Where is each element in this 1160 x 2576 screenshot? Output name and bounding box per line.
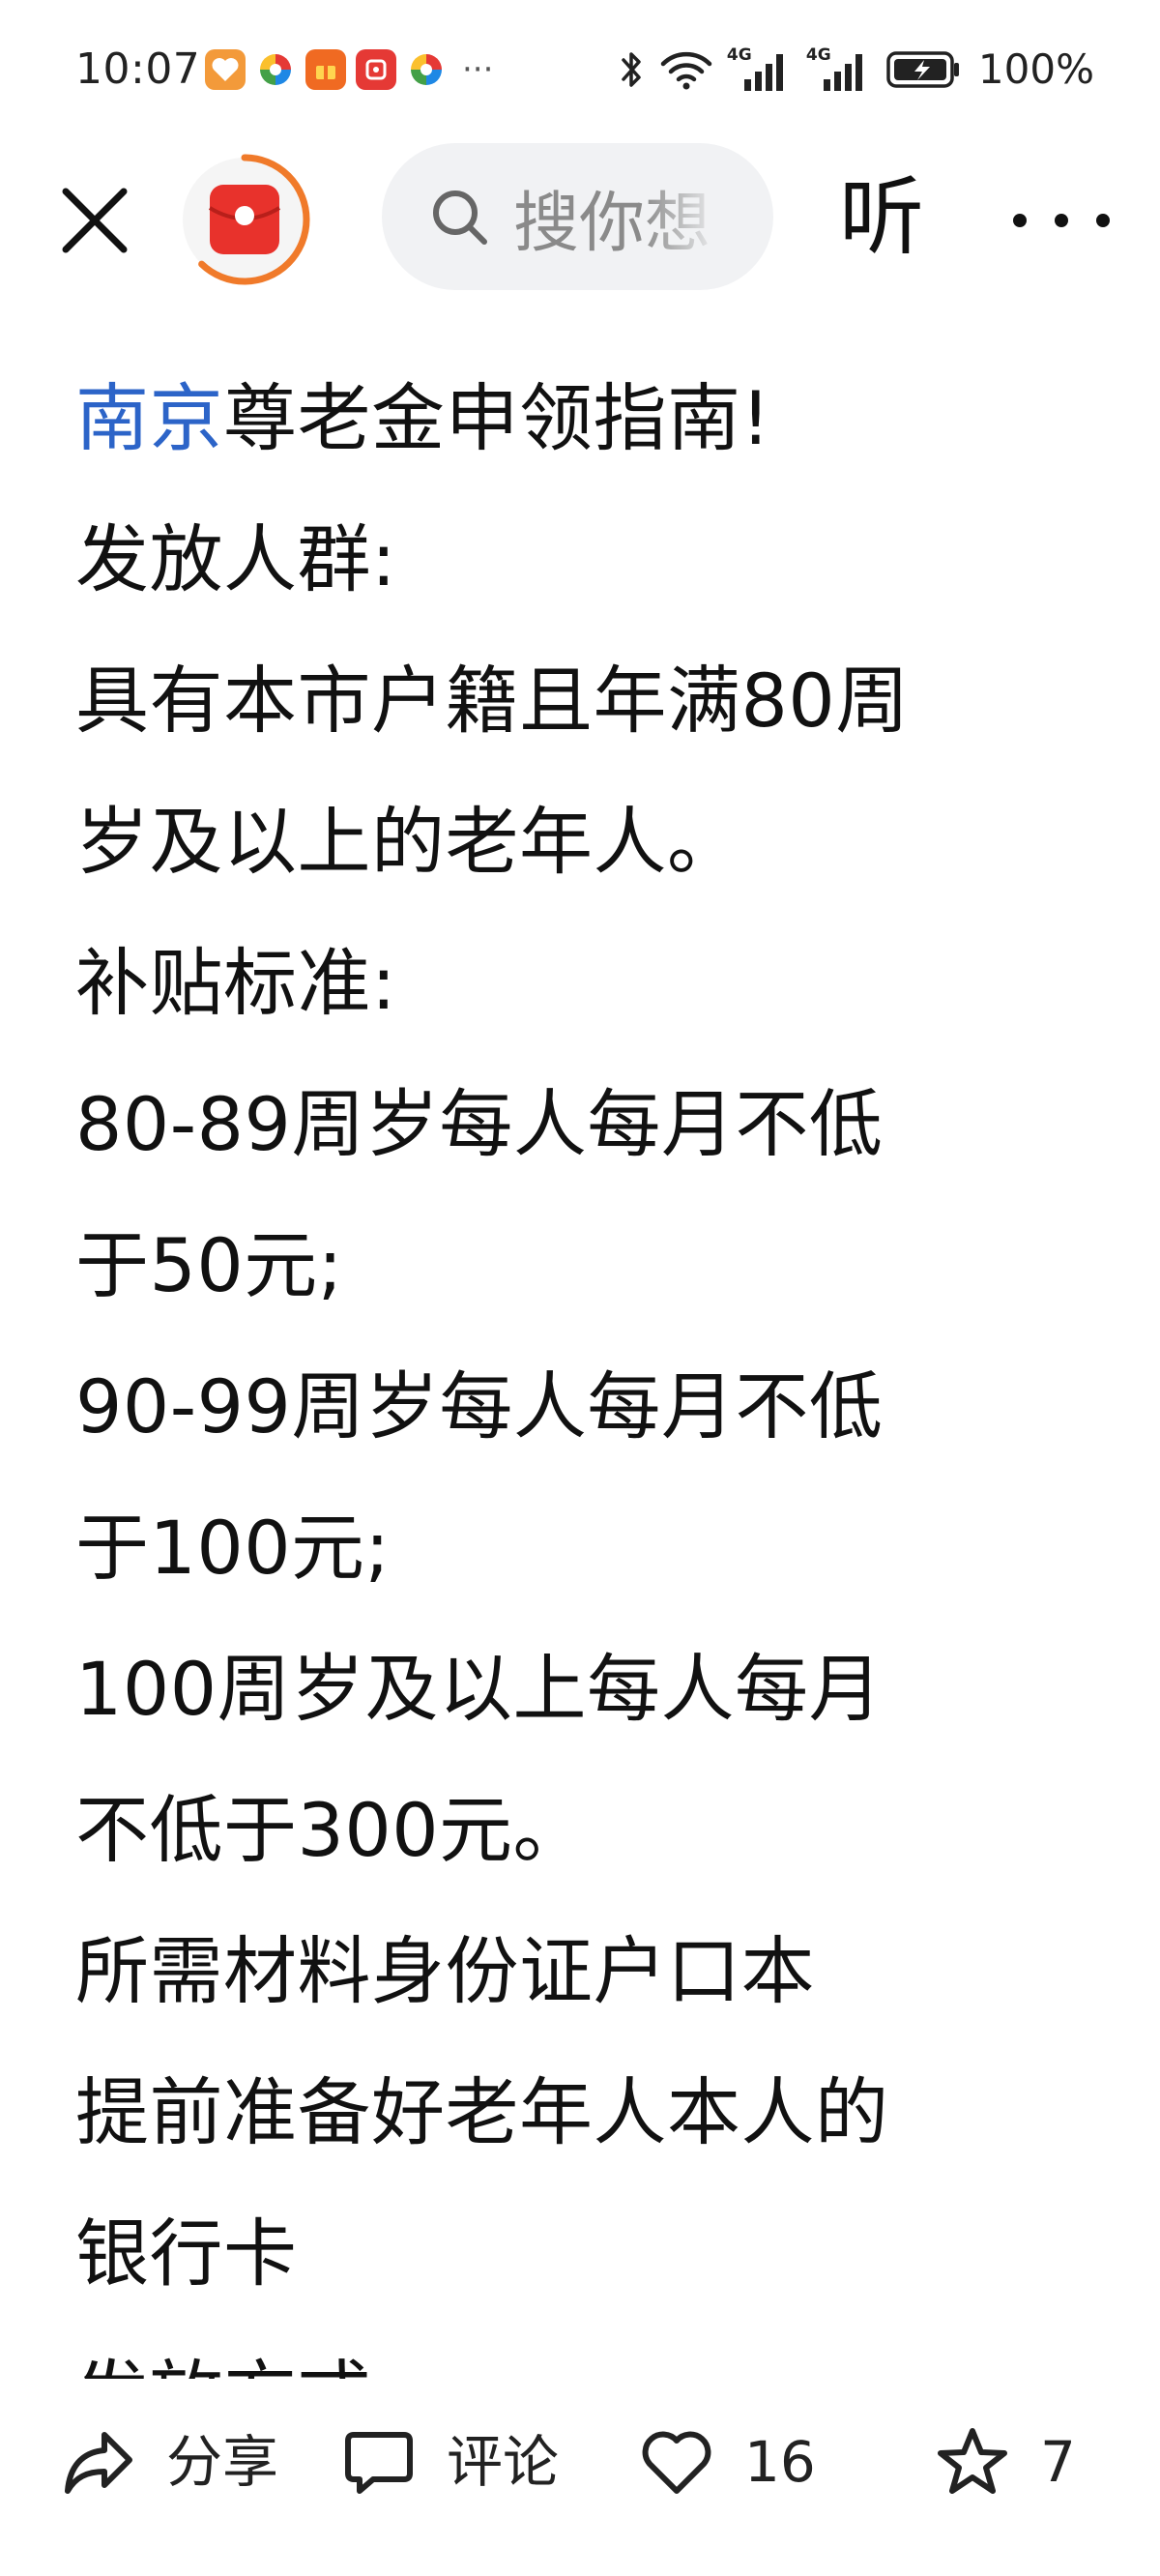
action-bar: 分享 评论 16 7: [0, 2385, 1160, 2576]
more-button[interactable]: [1003, 174, 1119, 267]
close-icon: [62, 188, 128, 253]
like-count: 16: [744, 2429, 816, 2495]
comment-label: 评论: [447, 2429, 560, 2495]
article-line: 具有本市户籍且年满80周: [75, 658, 910, 744]
share-icon: [65, 2432, 132, 2494]
share-button[interactable]: 分享: [60, 2414, 278, 2510]
signal-bars-icon: [743, 54, 783, 91]
cellular-signal-1: 4G: [727, 46, 793, 93]
article-line: 所需材料身份证户口本: [75, 1928, 815, 2014]
heart-app-icon: [205, 49, 246, 90]
pinwheel-app-icon: [406, 49, 447, 90]
red-envelope-icon: [179, 154, 310, 285]
cellular-signal-2: 4G: [806, 46, 872, 93]
pinwheel-app-icon: [255, 49, 296, 90]
favorite-count: 7: [1040, 2429, 1076, 2495]
more-icon: [1013, 214, 1110, 227]
status-bar: 10:07 ··· 4G 4G 100%: [0, 0, 1160, 135]
comment-icon: [345, 2432, 413, 2494]
article-line: 80-89周岁每人每月不低: [75, 1081, 884, 1167]
article-line: 补贴标准:: [75, 940, 397, 1026]
listen-button[interactable]: 听: [839, 164, 924, 271]
article-line: 发放方式:: [75, 2325, 1100, 2379]
article-line: 发放人群:: [75, 516, 397, 602]
status-time: 10:07: [75, 44, 201, 94]
article-title: 南京尊老金申领指南!: [75, 348, 1100, 489]
article-line: 银行卡: [75, 2210, 298, 2297]
article-line: 不低于300元。: [75, 1787, 588, 1873]
top-bar: 搜你想 听: [0, 135, 1160, 300]
gift-app-icon: [305, 49, 346, 90]
battery-charging-icon: [886, 51, 959, 88]
bluetooth-icon: [622, 52, 641, 87]
search-box[interactable]: 搜你想: [382, 143, 773, 290]
favorite-button[interactable]: 7: [934, 2414, 1076, 2510]
article-line: 于50元;: [75, 1222, 343, 1308]
status-right: 4G 4G 100%: [617, 44, 1094, 95]
location-link[interactable]: 南京: [75, 375, 223, 461]
article-line: 岁及以上的老年人。: [75, 799, 741, 885]
like-button[interactable]: 16: [638, 2414, 816, 2510]
article-line: 于100元;: [75, 1505, 391, 1591]
article-line: 100周岁及以上每人每月: [75, 1646, 884, 1732]
wifi-icon: [660, 51, 712, 90]
article-line: 90-99周岁每人每月不低: [75, 1363, 884, 1449]
article-title-text: 尊老金申领指南!: [223, 375, 771, 461]
search-placeholder: 搜你想: [513, 185, 711, 262]
star-icon: [938, 2428, 1007, 2494]
app-avatar[interactable]: [177, 152, 312, 287]
share-label: 分享: [166, 2429, 279, 2495]
comment-button[interactable]: 评论: [340, 2414, 559, 2510]
article-body: 南京尊老金申领指南! 发放人群: 具有本市户籍且年满80周 岁及以上的老年人。 …: [75, 348, 1100, 2379]
search-icon: [433, 190, 487, 245]
signal-bars-icon: [823, 54, 862, 91]
battery-percentage: 100%: [977, 45, 1094, 93]
heart-icon: [642, 2431, 711, 2494]
red-app-icon: [356, 49, 396, 90]
notification-overflow: ···: [462, 50, 494, 89]
article-line: 提前准备好老年人本人的: [75, 2069, 889, 2155]
close-button[interactable]: [48, 174, 141, 267]
notification-icons: ···: [205, 48, 493, 91]
